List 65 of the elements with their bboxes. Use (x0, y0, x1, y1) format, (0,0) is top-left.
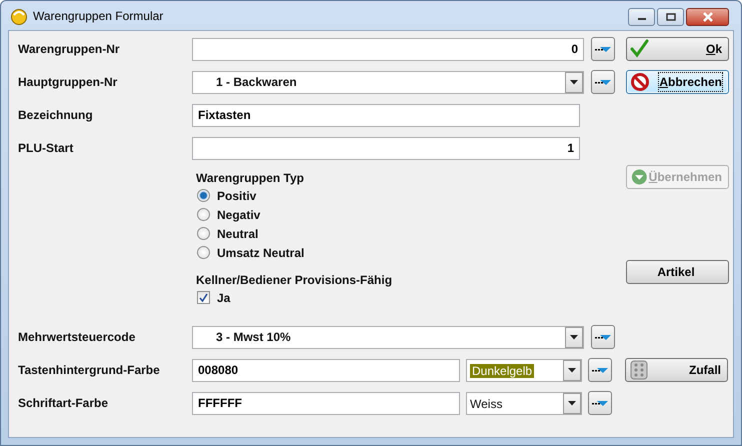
radio-label[interactable]: Umsatz Neutral (217, 244, 304, 262)
no-entry-icon (630, 72, 650, 92)
combo-box[interactable]: 3 - Mwst 10% (192, 326, 584, 348)
check-icon (199, 293, 208, 302)
combo-value: Dunkelgelb (470, 364, 534, 378)
radio-button[interactable] (197, 208, 210, 221)
triangle-icon (591, 365, 609, 375)
triangle-icon (594, 77, 612, 87)
combo-value: 3 - Mwst 10% (216, 330, 291, 344)
button[interactable]: Artikel (626, 260, 729, 284)
button[interactable]: Ok (626, 37, 729, 61)
radio-label[interactable]: Positiv (217, 186, 256, 204)
maximize-button[interactable] (657, 8, 684, 26)
field-label: Mehrwertsteuercode (18, 329, 136, 346)
triangle-icon (591, 398, 609, 408)
radio-label[interactable]: Neutral (217, 224, 258, 242)
combo-value: Weiss (470, 396, 502, 410)
button[interactable]: Abbrechen (626, 70, 729, 94)
caret-icon (568, 400, 576, 406)
triangle-icon (594, 44, 612, 54)
dropdown-button[interactable] (565, 72, 583, 92)
field-label: Tastenhintergrund-Farbe (18, 362, 161, 379)
check-icon (630, 39, 650, 59)
group-title: Kellner/Bediener Provisions-Fähig (196, 272, 394, 288)
checkbox-label[interactable]: Ja (217, 288, 230, 306)
dice-icon (629, 360, 649, 380)
combo-box[interactable]: Dunkelgelb (466, 358, 582, 382)
button[interactable]: Zufall (625, 358, 728, 382)
triangle-icon (594, 332, 612, 342)
field-label: Hauptgruppen-Nr (18, 74, 118, 91)
combo-value: 1 - Backwaren (216, 75, 297, 89)
dropdown-button[interactable] (563, 392, 581, 414)
checkbox[interactable] (197, 291, 210, 304)
app-icon (10, 6, 28, 24)
combo-box[interactable]: Weiss (466, 392, 582, 414)
dropdown-button[interactable] (563, 360, 581, 380)
field-label: PLU-Start (18, 140, 74, 157)
caret-icon (568, 368, 576, 372)
radio-button[interactable] (197, 227, 210, 240)
input-field[interactable]: FFFFFF (192, 392, 460, 414)
combo-box[interactable]: 1 - Backwaren (192, 70, 584, 94)
close-button[interactable] (686, 8, 729, 26)
input-field[interactable]: 0 (192, 38, 584, 60)
group-title: Warengruppen Typ (196, 170, 305, 186)
field-label: Warengruppen-Nr (18, 41, 121, 58)
radio-button[interactable] (197, 246, 210, 259)
lookup-button[interactable] (588, 358, 612, 382)
input-field[interactable]: 008080 (192, 358, 460, 382)
dropdown-button[interactable] (565, 326, 583, 348)
radio-button[interactable] (197, 189, 210, 202)
lookup-button[interactable] (591, 325, 615, 349)
caret-icon (570, 334, 578, 340)
radio-label[interactable]: Negativ (217, 206, 260, 224)
lookup-button[interactable] (588, 391, 612, 415)
lookup-button[interactable] (591, 37, 615, 61)
field-label: Schriftart-Farbe (18, 395, 110, 412)
caret-icon (570, 80, 578, 84)
window-title: Warengruppen Formular (33, 8, 164, 24)
minimize-button[interactable] (628, 8, 655, 26)
field-label: Bezeichnung (18, 107, 94, 124)
input-field[interactable]: Fixtasten (192, 104, 580, 126)
lookup-button[interactable] (591, 70, 615, 94)
input-field[interactable]: 1 (192, 136, 580, 160)
close-icon (702, 12, 714, 22)
maximize-icon (666, 13, 676, 21)
